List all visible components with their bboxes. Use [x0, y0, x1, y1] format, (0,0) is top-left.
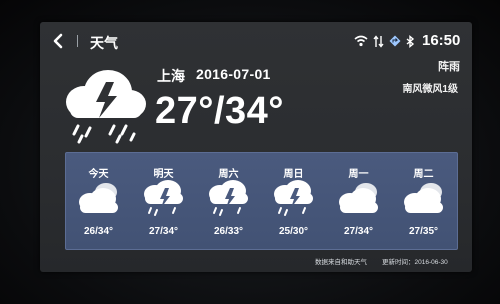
thunderstorm-icon: [209, 180, 248, 216]
status-bar-icons: [354, 34, 415, 48]
wifi-icon: [354, 35, 368, 47]
forecast-day-temp: 27/34°: [148, 226, 179, 237]
city-name[interactable]: 上海: [157, 66, 185, 86]
cloudy-icon: [339, 183, 378, 213]
forecast-day-temp: 25/30°: [278, 226, 309, 237]
forecast-day-label: 明天: [153, 169, 174, 180]
thunderstorm-icon: [274, 180, 313, 216]
thunderstorm-icon: [144, 180, 183, 216]
current-date: 2016-07-01: [196, 66, 271, 82]
header-divider: [77, 35, 78, 47]
forecast-day-label: 周六: [218, 169, 239, 180]
forecast-day-label: 周日: [283, 169, 304, 180]
chevron-left-icon: [53, 33, 63, 49]
forecast-day[interactable]: 明天 27/34°: [131, 153, 196, 249]
current-condition: 阵雨: [438, 61, 460, 73]
forecast-day-temp: 27/34°: [343, 226, 374, 237]
bluetooth-icon: [406, 34, 415, 48]
forecast-day[interactable]: 周一 27/34°: [326, 153, 391, 249]
forecast-day[interactable]: 周六 26/33°: [196, 153, 261, 249]
forecast-day-label: 周二: [413, 169, 434, 180]
forecast-day-label: 周一: [348, 169, 369, 180]
signal-arrows-icon: [373, 34, 384, 48]
cloudy-icon: [404, 183, 443, 213]
wind-info: 南风微风1级: [402, 84, 458, 95]
clock: 16:50: [422, 32, 461, 49]
forecast-day[interactable]: 周日 25/30°: [261, 153, 326, 249]
current-temperature-range: 27°/34°: [155, 90, 284, 132]
back-button[interactable]: [50, 32, 68, 50]
forecast-panel: 今天 26/34° 明天 27/34° 周六 26/33° 周日 25/30° …: [65, 152, 458, 250]
forecast-day-temp: 27/35°: [408, 226, 439, 237]
forecast-day[interactable]: 今天 26/34°: [66, 153, 131, 249]
forecast-day-label: 今天: [88, 169, 109, 180]
data-source-note: 数据来自和助天气: [315, 259, 367, 266]
forecast-day-temp: 26/34°: [83, 226, 114, 237]
forecast-day[interactable]: 周二 27/35°: [391, 153, 456, 249]
update-time: 更新时间：2016-06-30: [382, 259, 448, 266]
page-title: 天气: [90, 35, 118, 51]
forecast-day-temp: 26/33°: [213, 226, 244, 237]
cloudy-icon: [79, 183, 118, 213]
navigation-icon: [389, 35, 401, 47]
thunderstorm-rain-icon: [66, 70, 146, 144]
weather-screen: 天气 16:50 上海 2016-07-01 27°/34° 阵雨 南风微风1级…: [40, 22, 472, 272]
header-bar: 天气 16:50: [40, 30, 472, 52]
